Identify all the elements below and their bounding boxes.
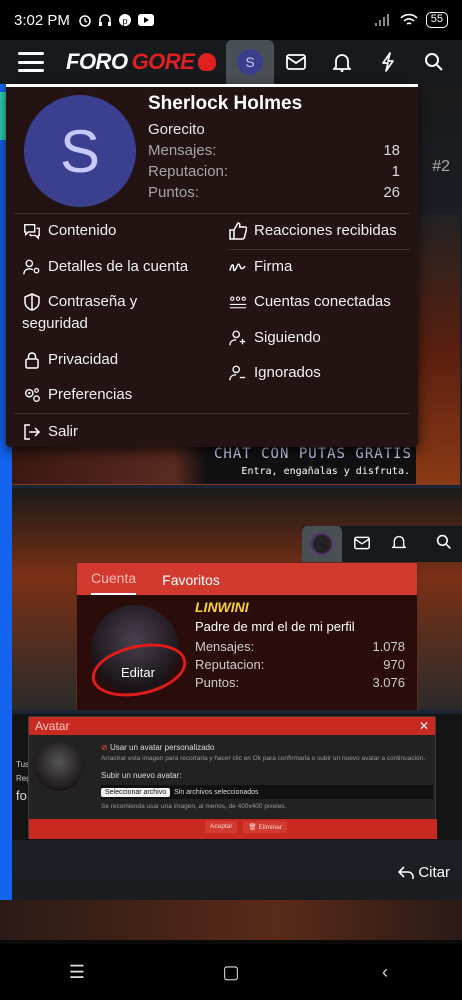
avatar-mini: S <box>237 49 263 75</box>
shot-avatar-mini <box>311 533 333 555</box>
shot-search-icon <box>436 534 451 549</box>
accept-button: Aceptar <box>205 821 238 833</box>
post-number[interactable]: #2 <box>432 158 450 176</box>
quote-label: Citar <box>418 864 450 881</box>
home-icon[interactable]: ▢ <box>211 962 251 983</box>
connected-accounts-icon <box>228 291 248 313</box>
modal-avatar-preview <box>35 743 83 791</box>
cogs-icon <box>22 384 42 406</box>
account-dropdown: S Sherlock Holmes Gorecito Mensajes: 18 R… <box>6 84 418 447</box>
logout-icon <box>22 421 42 443</box>
file-input-row: Seleccionar archivo Sin archivos selecci… <box>101 785 433 799</box>
system-navigation-bar: ☰ ▢ ‹ <box>0 944 462 1000</box>
close-icon: ✕ <box>418 719 429 733</box>
battery-indicator: 55 <box>425 12 448 28</box>
shot-username: LINWINI <box>195 599 249 615</box>
menu-firma[interactable]: Firma <box>228 256 292 278</box>
menu-preferencias[interactable]: Preferencias <box>22 384 132 406</box>
signal-icon <box>374 14 389 26</box>
notification-icons: p <box>78 13 154 27</box>
shot-tabs: Cuenta Favoritos <box>77 563 417 595</box>
menu-cuentas-conectadas[interactable]: Cuentas conectadas <box>228 291 391 313</box>
modal-hint: Se recomienda usar una imagen, al menos,… <box>101 803 287 810</box>
inbox-icon[interactable] <box>284 50 308 74</box>
menu-reacciones-recibidas[interactable]: Reacciones recibidas <box>228 220 397 242</box>
stat-reputation: Reputacion: 1 <box>148 163 400 180</box>
modal-option-help: Arrastrar esta imagen para recortarla y … <box>101 755 426 762</box>
menu-ignorados[interactable]: Ignorados <box>228 362 321 384</box>
shot-stat-row: Mensajes: 1.078 <box>195 639 405 654</box>
shot-avatar-tab <box>302 526 342 562</box>
user-plus-icon <box>228 327 248 349</box>
site-logo[interactable]: FORO GORE <box>66 49 217 75</box>
account-avatar-button[interactable]: S <box>226 40 274 84</box>
modal-option-label: ⊘ Usar un avatar personalizado <box>101 743 215 752</box>
menu-salir[interactable]: Salir <box>22 421 78 443</box>
skull-icon <box>198 53 217 71</box>
banner-subtitle: Entra, engañalas y disfruta. <box>241 466 410 477</box>
shot-bell-icon <box>392 535 406 549</box>
site-header: FORO GORE S <box>0 40 462 84</box>
thumbs-up-icon <box>228 220 248 242</box>
lock-icon <box>22 349 42 371</box>
user-title: Gorecito <box>148 121 205 138</box>
shot-user-title: Padre de mrd el de mi perfil <box>195 619 355 634</box>
reply-icon <box>398 865 415 879</box>
username[interactable]: Sherlock Holmes <box>148 93 302 115</box>
menu-divider <box>14 213 410 214</box>
alarm-icon <box>79 15 91 27</box>
modal-upload-label: Subir un nuevo avatar: <box>101 771 182 780</box>
stat-points: Puntos: 26 <box>148 184 400 201</box>
menu-contrasena-seguridad[interactable]: Contraseña y seguridad <box>22 291 212 335</box>
headphones-icon <box>98 14 111 26</box>
menu-privacidad[interactable]: Privacidad <box>22 349 118 371</box>
search-icon[interactable] <box>422 50 446 74</box>
recent-apps-icon[interactable]: ☰ <box>57 962 97 983</box>
shot-stat-row: Reputacion: 970 <box>195 657 405 672</box>
file-status: Sin archivos seleccionados <box>174 788 259 796</box>
status-bar: 3:02 PM p 55 <box>0 0 462 40</box>
user-minus-icon <box>228 362 248 384</box>
lightning-icon[interactable] <box>376 50 400 74</box>
signature-icon <box>228 256 248 278</box>
shot-inbox-icon <box>354 536 370 550</box>
menu-divider <box>228 249 410 250</box>
post-screenshot-avatar-modal: Tus Reg fo Avatar ✕ ⊘ Usar un avatar per… <box>12 714 462 840</box>
shot-tab-cuenta: Cuenta <box>91 570 137 595</box>
hamburger-menu-icon[interactable] <box>18 52 44 72</box>
menu-siguiendo[interactable]: Siguiendo <box>228 327 321 349</box>
menu-detalles-cuenta[interactable]: Detalles de la cuenta <box>22 256 188 278</box>
shot-side-text: fo <box>16 788 27 803</box>
modal-title: Avatar <box>35 719 70 733</box>
quote-button[interactable]: Citar <box>398 864 450 881</box>
background-image-strip <box>0 900 462 940</box>
post-screenshot-profile: Cuenta Favoritos Editar LINWINI Padre de… <box>12 488 462 710</box>
menu-contenido[interactable]: Contenido <box>22 220 116 242</box>
user-cog-icon <box>22 256 42 278</box>
back-icon[interactable]: ‹ <box>365 962 405 983</box>
wifi-icon <box>400 13 418 25</box>
svg-text:p: p <box>122 16 127 26</box>
stat-messages: Mensajes: 18 <box>148 142 400 159</box>
pinterest-icon: p <box>118 14 131 26</box>
banner-title: CHAT CON PUTAS GRATIS <box>213 446 412 462</box>
bell-icon[interactable] <box>330 50 354 74</box>
menu-divider <box>14 413 410 414</box>
shot-stat-row: Puntos: 3.076 <box>195 675 405 690</box>
delete-button: 🗑 Eliminar <box>243 821 287 833</box>
choose-file-button: Seleccionar archivo <box>101 787 171 797</box>
profile-avatar[interactable]: S <box>24 95 136 207</box>
shot-tab-favoritos: Favoritos <box>162 572 220 588</box>
shot-panel-body: Editar LINWINI Padre de mrd el de mi per… <box>77 595 417 710</box>
shot-account-panel: Cuenta Favoritos Editar LINWINI Padre de… <box>76 562 418 710</box>
youtube-icon <box>137 14 154 26</box>
status-time: 3:02 PM <box>14 11 70 29</box>
modal-buttons: Aceptar 🗑 Eliminar <box>205 821 287 833</box>
avatar-modal: Avatar ✕ ⊘ Usar un avatar personalizado … <box>28 716 437 839</box>
comments-icon <box>22 220 42 242</box>
modal-header: Avatar ✕ <box>29 717 435 735</box>
